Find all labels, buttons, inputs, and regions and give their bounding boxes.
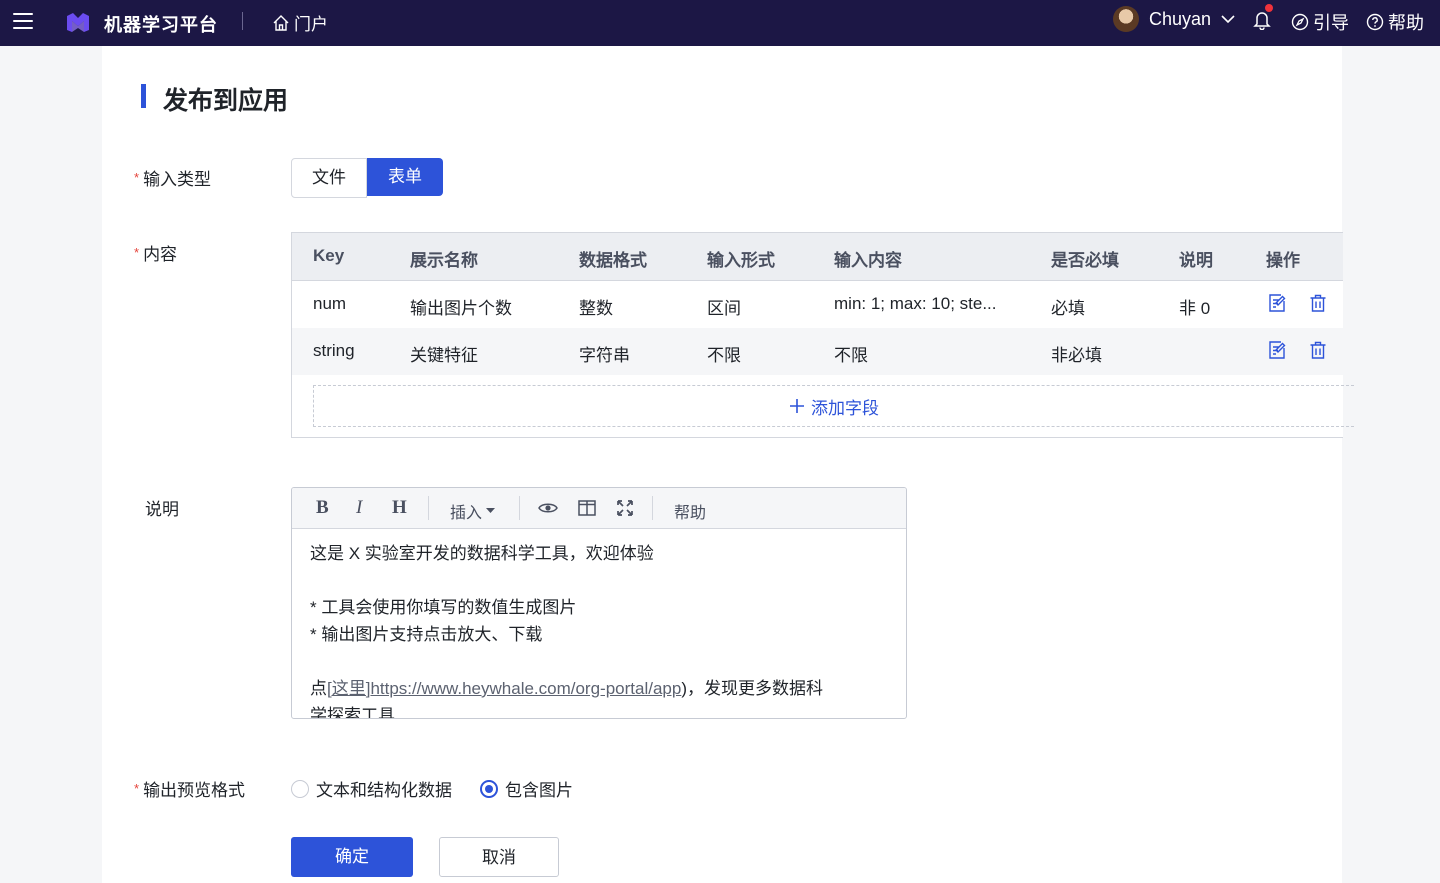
username: Chuyan	[1149, 8, 1212, 29]
column-header-actions: 操作	[1266, 251, 1300, 270]
confirm-button[interactable]: 确定	[291, 837, 413, 877]
editor-link-text[interactable]: [这里]	[327, 679, 370, 698]
editor-line: * 工具会使用你填写的数值生成图片	[310, 598, 577, 617]
radio-label: 包含图片	[505, 781, 573, 800]
toolbar-divider	[519, 496, 520, 520]
cancel-button[interactable]: 取消	[439, 837, 559, 877]
column-header-desc: 说明	[1179, 251, 1213, 270]
form-card	[102, 46, 1342, 883]
radio-circle	[291, 779, 309, 798]
avatar	[1113, 6, 1139, 32]
user-menu[interactable]: Chuyan	[1113, 6, 1235, 32]
editor-blank-line	[310, 567, 890, 594]
caret-down-icon	[486, 508, 496, 513]
cell-input-form: 不限	[707, 346, 741, 365]
cell-display-name: 输出图片个数	[410, 299, 512, 318]
output-option-text[interactable]: 文本和结构化数据	[291, 776, 452, 801]
trash-icon[interactable]	[1308, 340, 1328, 360]
fields-table: Key 展示名称 数据格式 输入形式 输入内容 是否必填 说明 操作 num 输…	[291, 232, 1354, 438]
portal-link[interactable]: 门户	[272, 10, 328, 35]
heading-button[interactable]: H	[392, 497, 407, 519]
insert-dropdown[interactable]: 插入	[450, 499, 496, 523]
radio-circle-selected	[480, 779, 498, 798]
editor-toolbar: B I H 插入 帮助	[292, 488, 906, 529]
required-mark: *	[134, 170, 140, 185]
editor-link-url[interactable]: https://www.heywhale.com/org-portal/app	[370, 679, 681, 698]
editor-line: 这是 X 实验室开发的数据科学工具，欢迎体验	[310, 544, 654, 563]
italic-button[interactable]: I	[356, 497, 362, 519]
radio-label: 文本和结构化数据	[316, 781, 452, 800]
table-header: Key 展示名称 数据格式 输入形式 输入内容 是否必填 说明 操作	[292, 233, 1343, 281]
table-row: num 输出图片个数 整数 区间 min: 1; max: 10; ste...…	[292, 281, 1343, 328]
top-navigation-bar: 机器学习平台 门户 Chuyan 引导 帮助	[0, 0, 1440, 46]
header-divider	[242, 12, 243, 30]
home-icon	[273, 14, 289, 31]
input-type-form-option[interactable]: 表单	[367, 158, 443, 196]
cell-key: num	[313, 294, 347, 313]
add-field-button[interactable]: 添加字段	[313, 385, 1354, 427]
table-row: string 关键特征 字符串 不限 不限 非必填	[292, 328, 1343, 375]
bold-button[interactable]: B	[316, 497, 329, 519]
edit-icon[interactable]	[1267, 293, 1287, 313]
help-circle-icon	[1366, 13, 1384, 31]
help-label: 帮助	[1388, 13, 1424, 33]
toolbar-divider	[428, 496, 429, 520]
column-header-input-form: 输入形式	[707, 251, 775, 270]
editor-line: 学探索工具	[310, 706, 395, 719]
split-view-icon[interactable]	[578, 500, 596, 516]
input-type-file-option[interactable]: 文件	[291, 158, 367, 198]
compass-icon	[1291, 13, 1309, 31]
title-accent-bar	[141, 84, 146, 108]
cell-required: 非必填	[1051, 346, 1102, 365]
cell-desc: 非 0	[1179, 299, 1211, 318]
desc-label: 说明	[145, 500, 179, 519]
cell-input-content: 不限	[834, 346, 868, 365]
required-mark: *	[134, 781, 140, 796]
toolbar-divider	[652, 496, 653, 520]
column-header-required: 是否必填	[1051, 251, 1119, 270]
input-type-label: * 输入类型	[134, 170, 212, 189]
fullscreen-icon[interactable]	[617, 500, 633, 516]
trash-icon[interactable]	[1308, 293, 1328, 313]
column-header-key: Key	[313, 246, 345, 265]
portal-label: 门户	[294, 15, 328, 34]
cell-input-form: 区间	[707, 299, 741, 318]
guide-link[interactable]: 引导	[1291, 9, 1349, 35]
add-field-label: 添加字段	[811, 398, 879, 418]
column-header-display-name: 展示名称	[410, 251, 478, 270]
editor-blank-line	[310, 648, 890, 675]
cell-format: 整数	[579, 299, 613, 318]
cell-input-content: min: 1; max: 10; ste...	[834, 294, 997, 313]
bell-icon[interactable]	[1253, 10, 1271, 30]
cell-key: string	[313, 341, 355, 360]
output-option-image[interactable]: 包含图片	[480, 776, 573, 801]
help-link[interactable]: 帮助	[1366, 9, 1424, 35]
page-title: 发布到应用	[163, 87, 289, 115]
edit-icon[interactable]	[1267, 340, 1287, 360]
notification-badge	[1265, 4, 1273, 12]
menu-icon[interactable]	[13, 13, 33, 29]
logo-icon	[67, 13, 89, 32]
output-format-label: * 输出预览格式	[134, 781, 246, 800]
input-type-segmented: 文件 表单	[291, 158, 443, 198]
insert-label: 插入	[450, 505, 483, 522]
app-title: 机器学习平台	[104, 15, 218, 35]
markdown-editor[interactable]: B I H 插入 帮助 这是 X 实验室开发的数据科学工具，欢迎体验 * 工具会…	[291, 487, 907, 719]
editor-content[interactable]: 这是 X 实验室开发的数据科学工具，欢迎体验 * 工具会使用你填写的数值生成图片…	[310, 540, 890, 719]
guide-label: 引导	[1313, 13, 1349, 33]
plus-icon	[790, 399, 804, 413]
cell-format: 字符串	[579, 346, 630, 365]
content-label: * 内容	[134, 245, 178, 264]
column-header-input-content: 输入内容	[834, 251, 902, 270]
editor-line: 点[这里]https://www.heywhale.com/org-portal…	[310, 679, 823, 698]
eye-icon[interactable]	[538, 501, 558, 515]
column-header-format: 数据格式	[579, 251, 647, 270]
editor-line: * 输出图片支持点击放大、下载	[310, 625, 543, 644]
required-mark: *	[134, 245, 140, 260]
chevron-down-icon	[1221, 15, 1235, 24]
cell-display-name: 关键特征	[410, 346, 478, 365]
editor-help-button[interactable]: 帮助	[674, 499, 706, 523]
cell-required: 必填	[1051, 299, 1085, 318]
